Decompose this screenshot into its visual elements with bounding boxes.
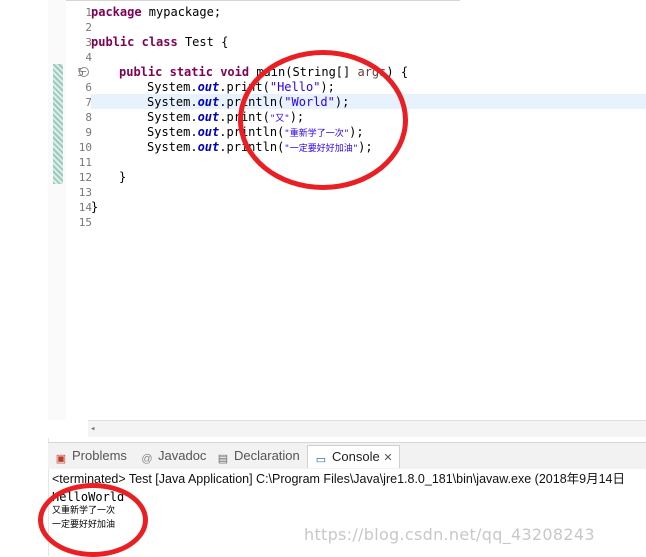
line-number: 7 [85,96,92,109]
tab-console[interactable]: ▭ Console ✕ [307,445,400,468]
problems-icon: ▣ [55,453,67,465]
code-line-12: } [119,170,127,184]
line-number: 3 [85,36,92,49]
javadoc-icon: @ [141,453,153,465]
scroll-left-icon[interactable]: ◂ [90,421,95,437]
code-line-14: } [91,200,99,214]
horizontal-scrollbar[interactable]: ◂ [88,420,646,437]
line-number: 8 [85,111,92,124]
line-number: 1 [85,6,92,19]
quick-diff-bar [53,64,63,184]
change-ruler [48,0,66,420]
line-number: 6 [85,81,92,94]
line-number: 13 [78,186,92,199]
tab-problems[interactable]: ▣ Problems [54,445,127,467]
line-number: 4 [85,51,92,64]
line-number: 11 [78,156,92,169]
declaration-icon: ▤ [217,453,229,465]
red-annotation-circle [38,483,148,557]
code-line-1: package mypackage; [91,5,222,19]
left-window-strip [0,0,49,556]
watermark: https://blog.csdn.net/qq_43208243 [304,525,595,544]
code-line-3: public class Test { [91,35,229,49]
fold-collapse-icon[interactable]: − [79,67,89,77]
line-number: 2 [85,21,92,34]
line-number: 12 [78,171,92,184]
tab-javadoc[interactable]: @ Javadoc [140,445,206,467]
console-status-line: <terminated> Test [Java Application] C:\… [52,472,625,486]
console-icon: ▭ [315,454,327,466]
tab-declaration[interactable]: ▤ Declaration [216,445,300,467]
line-number: 9 [85,126,92,139]
line-number: 14 [78,201,92,214]
line-number: 15 [78,216,92,229]
line-number: 10 [78,141,92,154]
close-icon[interactable]: ✕ [383,452,392,464]
bottom-panel-tabs: ▣ Problems @ Javadoc ▤ Declaration ▭ Console… [48,442,646,469]
red-annotation-circle [238,50,408,190]
